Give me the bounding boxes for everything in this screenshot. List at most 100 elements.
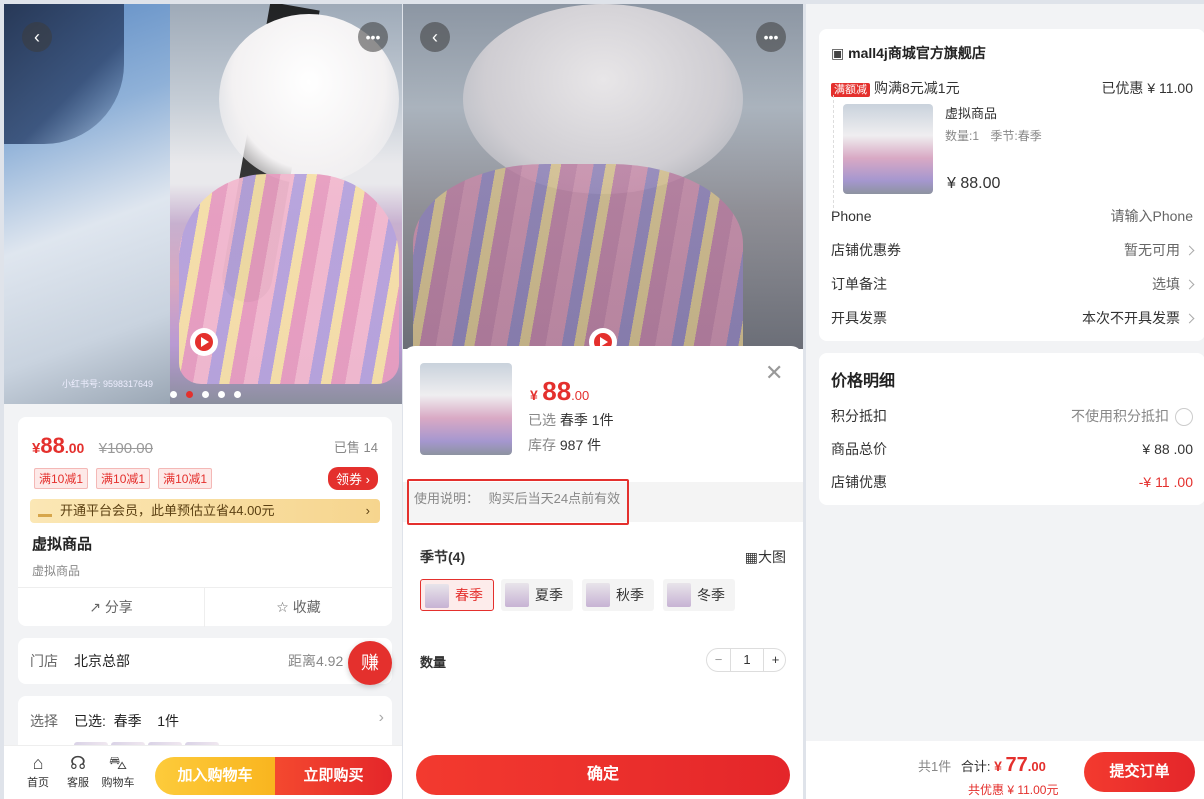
share-favorite-bar: ↗ 分享 ☆ 收藏 — [18, 587, 392, 627]
promo-text: 购满8元减1元 — [874, 80, 960, 96]
chevron-right-icon — [1184, 245, 1195, 256]
add-to-cart-button[interactable]: 加入购物车 — [155, 757, 275, 795]
remark-row[interactable]: 订单备注 选填 — [831, 273, 1195, 295]
option-swatch — [586, 583, 610, 607]
carousel-dot[interactable] — [202, 391, 209, 398]
option-autumn[interactable]: 秋季 — [582, 579, 654, 611]
select-label: 选择 — [30, 713, 58, 729]
headset-icon: ☊ — [70, 753, 86, 773]
stock-label: 库存 — [528, 437, 556, 453]
share-button[interactable]: ↗ 分享 — [18, 588, 205, 627]
carousel-dot[interactable] — [218, 391, 225, 398]
points-row[interactable]: 积分抵扣 不使用积分抵扣 — [831, 405, 1193, 427]
carousel-dot-active[interactable] — [186, 391, 193, 398]
decrease-button[interactable]: − — [707, 649, 731, 671]
image-watermark: 小红书号: 9598317649 — [62, 379, 154, 389]
sku-thumbnail — [420, 363, 512, 455]
favorite-label: 收藏 — [292, 599, 321, 615]
coupon-row[interactable]: 店铺优惠券 暂无可用 — [831, 239, 1195, 261]
points-radio[interactable] — [1175, 408, 1193, 427]
close-icon: ✕ — [765, 360, 784, 385]
earn-button[interactable]: 赚 — [348, 641, 392, 685]
product-subtitle: 虚拟商品 — [32, 564, 81, 578]
share-label: 分享 — [104, 599, 133, 615]
sum-symbol: ¥ — [994, 758, 1002, 774]
select-value: 已选: 春季 1件 — [74, 713, 180, 729]
phone-label: Phone — [831, 208, 872, 224]
product-image-carousel[interactable]: 小红书号: 9598317649 ‹ ••• — [4, 4, 402, 404]
option-summer[interactable]: 夏季 — [501, 579, 573, 611]
item-price: ¥ 88.00 — [947, 175, 1001, 192]
tab-service[interactable]: ☊ 客服 — [60, 752, 96, 790]
item-spec-value: 季节:春季 — [990, 129, 1042, 143]
price-value: 88 — [542, 376, 572, 406]
more-button[interactable]: ••• — [756, 22, 786, 52]
crown-icon — [38, 505, 52, 517]
phone-row[interactable]: Phone 请输入Phone — [831, 205, 1193, 227]
shop-discount-row: 店铺优惠 -¥ 11 .00 — [831, 471, 1193, 493]
order-summary: 共1件 合计: ¥ 77.00 — [918, 754, 1046, 777]
option-label: 春季 — [455, 587, 483, 603]
submit-order-button[interactable]: 提交订单 — [1084, 752, 1195, 792]
play-video-button[interactable] — [190, 328, 218, 356]
price-symbol: ¥ — [530, 387, 538, 403]
price-decimal: .00 — [64, 440, 85, 456]
quantity-stepper: − 1 + — [706, 648, 786, 672]
price-value: 88 — [40, 433, 65, 458]
sku-price: ¥ 88.00 — [530, 376, 589, 407]
price-detail-title: 价格明细 — [831, 373, 896, 390]
option-winter[interactable]: 冬季 — [663, 579, 735, 611]
increase-button[interactable]: + — [763, 649, 787, 671]
carousel-dot[interactable] — [234, 391, 241, 398]
vip-banner[interactable]: 开通平台会员，此单预估立省44.00元 › — [30, 499, 380, 523]
points-value: 不使用积分抵扣 — [1071, 408, 1169, 424]
carousel-dot[interactable] — [170, 391, 177, 398]
store-row[interactable]: 门店 北京总部 距离4.92 — [18, 638, 392, 684]
home-icon: ⌂ — [32, 753, 44, 773]
promo-discount: 已优惠 ¥ 11.00 — [1101, 80, 1193, 96]
big-image-toggle[interactable]: ▦大图 — [745, 547, 786, 567]
price-card: ¥88.00 ¥100.00 已售 14 满10减1 满10减1 满10减1 领券 … — [18, 417, 392, 627]
item-count: 共1件 — [918, 759, 952, 774]
option-spring[interactable]: 春季 — [420, 579, 494, 611]
shop-discount-label: 店铺优惠 — [831, 474, 887, 490]
option-swatch — [425, 584, 449, 608]
quantity-value[interactable]: 1 — [731, 649, 763, 671]
original-price: ¥100.00 — [98, 440, 153, 457]
vip-text: 开通平台会员，此单预估立省44.00元 — [60, 503, 275, 518]
option-label: 秋季 — [616, 587, 644, 603]
back-button[interactable]: ‹ — [420, 22, 450, 52]
sku-select-panel: ‹ ••• ¥ 88.00 已选 春季 1件 库存 987 件 ✕ 使用说明： … — [403, 4, 803, 799]
chevron-right-icon — [1184, 279, 1195, 290]
sum-label: 合计: — [960, 759, 991, 774]
product-name: 虚拟商品 — [32, 536, 93, 553]
tab-home[interactable]: ⌂ 首页 — [20, 752, 56, 790]
confirm-button[interactable]: 确定 — [416, 755, 790, 795]
sum-decimal: .00 — [1027, 759, 1046, 774]
submit-bar: 共1件 合计: ¥ 77.00 共优惠 ¥ 11.00元 提交订单 — [806, 741, 1204, 799]
spec-title: 季节(4) — [420, 549, 466, 565]
invoice-row[interactable]: 开具发票 本次不开具发票 — [831, 307, 1195, 329]
promo-tag: 满额减 — [831, 83, 870, 97]
chevron-right-icon: › — [378, 709, 384, 726]
grid-icon: ▦ — [744, 549, 758, 565]
get-coupon-button[interactable]: 领券 › — [328, 467, 378, 490]
tab-cart[interactable]: ⛍ 购物车 — [100, 752, 136, 790]
coupon-label: 领券 — [336, 472, 363, 487]
phone-input[interactable]: 请输入Phone — [1111, 205, 1193, 227]
price-block: ¥88.00 ¥100.00 — [32, 433, 153, 459]
close-button[interactable]: ✕ — [765, 360, 783, 386]
favorite-button[interactable]: ☆ 收藏 — [205, 588, 392, 627]
chevron-right-icon — [1184, 313, 1195, 324]
order-confirm-panel: ▣ mall4j商城官方旗舰店 满额减 购满8元减1元 已优惠 ¥ 11.00 虚… — [806, 4, 1204, 799]
promo-tag: 满10减1 — [158, 468, 213, 489]
coupon-label: 店铺优惠券 — [831, 242, 901, 258]
store-header: ▣ mall4j商城官方旗舰店 — [831, 43, 986, 63]
more-button[interactable]: ••• — [358, 22, 388, 52]
promo-tag: 满10减1 — [34, 468, 89, 489]
store-name: mall4j商城官方旗舰店 — [848, 45, 986, 61]
remark-value: 选填 — [1152, 276, 1180, 292]
back-button[interactable]: ‹ — [22, 22, 52, 52]
selected-value: 春季 1件 — [559, 412, 614, 428]
buy-now-button[interactable]: 立即购买 — [275, 757, 392, 795]
